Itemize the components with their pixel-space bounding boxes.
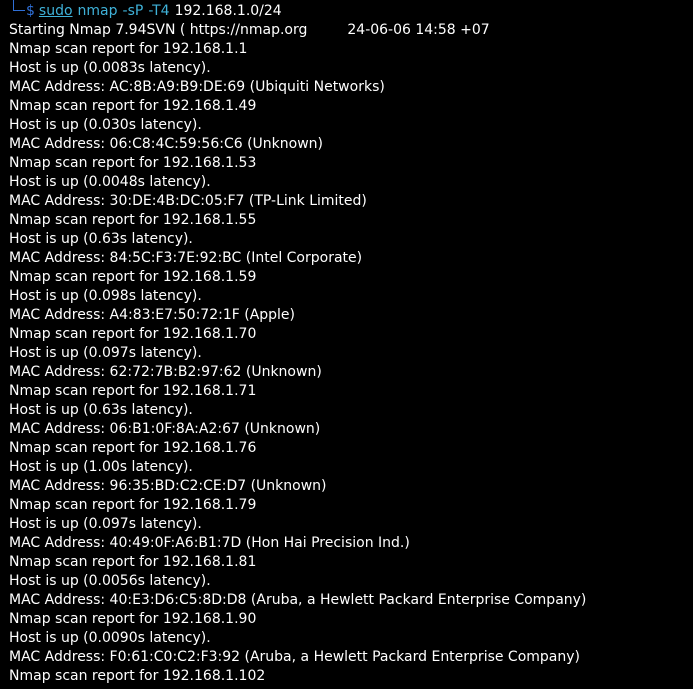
command-flag-sp: -sP xyxy=(122,3,144,19)
output-line: MAC Address: F0:61:C0:C2:F3:92 (Aruba, a… xyxy=(9,649,580,665)
command-sudo: sudo xyxy=(38,3,73,19)
output-line: MAC Address: A4:83:E7:50:72:1F (Apple) xyxy=(9,307,296,323)
output-line: Nmap scan report for 192.168.1.55 xyxy=(9,212,257,228)
terminal-window[interactable]: $ sudo nmap -sP -T4 192.168.1.0/24 Start… xyxy=(0,0,693,689)
command-target: 192.168.1.0/24 xyxy=(174,3,282,19)
output-line: Host is up (0.0056s latency). xyxy=(9,573,211,589)
output-line: Host is up (0.097s latency). xyxy=(9,516,202,532)
terminal-output: Starting Nmap 7.94SVN ( https://nmap.org… xyxy=(9,21,586,686)
output-line: Nmap scan report for 192.168.1.49 xyxy=(9,98,257,114)
start-line-left: Starting Nmap 7.94SVN ( https://nmap.org xyxy=(9,22,308,38)
command-flag-t4: -T4 xyxy=(148,3,170,19)
output-line: MAC Address: 30:DE:4B:DC:05:F7 (TP-Link … xyxy=(9,193,367,209)
output-line: Nmap scan report for 192.168.1.76 xyxy=(9,440,257,456)
output-line: Host is up (0.63s latency). xyxy=(9,402,193,418)
output-line: Nmap scan report for 192.168.1.70 xyxy=(9,326,257,342)
output-line: Nmap scan report for 192.168.1.1 xyxy=(9,41,248,57)
output-line: Host is up (0.0083s latency). xyxy=(9,60,211,76)
output-line: MAC Address: 84:5C:F3:7E:92:BC (Intel Co… xyxy=(9,250,363,266)
command-name: nmap xyxy=(77,3,118,19)
output-line: Host is up (0.0090s latency). xyxy=(9,630,211,646)
command-prompt: $ sudo nmap -sP -T4 192.168.1.0/24 xyxy=(12,0,282,21)
output-line: MAC Address: 06:B1:0F:8A:A2:67 (Unknown) xyxy=(9,421,321,437)
output-line: MAC Address: AC:8B:A9:B9:DE:69 (Ubiquiti… xyxy=(9,79,385,95)
output-line: Nmap scan report for 192.168.1.102 xyxy=(9,668,266,684)
output-line: MAC Address: 96:35:BD:C2:CE:D7 (Unknown) xyxy=(9,478,327,494)
output-line: Nmap scan report for 192.168.1.81 xyxy=(9,554,257,570)
output-line: Host is up (0.098s latency). xyxy=(9,288,202,304)
output-line: Host is up (0.030s latency). xyxy=(9,117,202,133)
output-line: MAC Address: 40:49:0F:A6:B1:7D (Hon Hai … xyxy=(9,535,410,551)
output-line: Nmap scan report for 192.168.1.90 xyxy=(9,611,257,627)
output-line: Nmap scan report for 192.168.1.71 xyxy=(9,383,257,399)
output-line: MAC Address: 62:72:7B:B2:97:62 (Unknown) xyxy=(9,364,322,380)
output-line: MAC Address: 40:E3:D6:C5:8D:D8 (Aruba, a… xyxy=(9,592,587,608)
prompt-tree-glyph xyxy=(12,0,40,21)
output-line: Nmap scan report for 192.168.1.53 xyxy=(9,155,257,171)
output-line: MAC Address: 06:C8:4C:59:56:C6 (Unknown) xyxy=(9,136,323,152)
output-line: Host is up (0.0048s latency). xyxy=(9,174,211,190)
output-line: Nmap scan report for 192.168.1.79 xyxy=(9,497,257,513)
start-line-right: 24-06-06 14:58 +07 xyxy=(347,22,490,38)
output-line: Host is up (1.00s latency). xyxy=(9,459,193,475)
start-line: Starting Nmap 7.94SVN ( https://nmap.org… xyxy=(9,21,586,40)
output-line: Host is up (0.097s latency). xyxy=(9,345,202,361)
output-line: Nmap scan report for 192.168.1.59 xyxy=(9,269,257,285)
output-line: Host is up (0.63s latency). xyxy=(9,231,193,247)
